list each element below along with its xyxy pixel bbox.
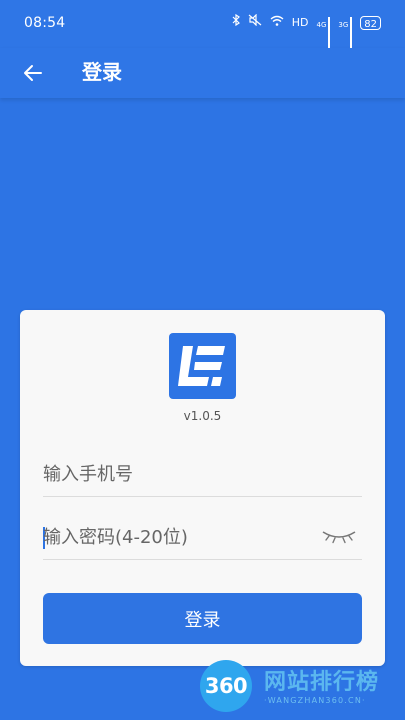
battery-icon: 82 (360, 15, 381, 30)
signal-icon: 4G (316, 16, 331, 48)
wifi-icon (270, 15, 284, 31)
password-field (43, 515, 362, 560)
sim1-label: 4G (316, 20, 327, 29)
watermark-logo-text: 360 (204, 674, 248, 698)
network-type: HD (291, 15, 309, 29)
watermark-title: 网站排行榜 (264, 670, 380, 695)
watermark-logo: 360 (200, 660, 252, 712)
status-icons: HD 4G 3G 82 (232, 13, 381, 48)
watermark-subtitle: ·WANGZHAN360.CN· (264, 696, 366, 705)
back-button[interactable] (16, 56, 50, 90)
closed-eye-icon (322, 531, 356, 544)
status-time: 08:54 (24, 15, 66, 31)
app-bar: 登录 (0, 48, 405, 98)
phone-field (43, 452, 362, 497)
login-card: v1.0.5 登录 (20, 310, 385, 666)
bluetooth-icon (232, 13, 240, 31)
app-version: v1.0.5 (183, 409, 222, 423)
sim2-label: 3G (338, 20, 349, 29)
watermark: 360 网站排行榜 ·WANGZHAN360.CN· (194, 652, 405, 720)
toggle-password-visibility-button[interactable] (320, 525, 358, 547)
app-logo (169, 333, 236, 399)
arrow-left-icon (24, 65, 42, 81)
login-button[interactable]: 登录 (43, 593, 362, 644)
phone-input[interactable] (43, 458, 313, 490)
status-bar: 08:54 HD 4G 3G 82 (0, 0, 405, 48)
page-title: 登录 (82, 60, 122, 84)
password-input[interactable] (43, 521, 313, 553)
mute-icon (248, 13, 262, 31)
logo-icon (178, 346, 225, 386)
signal-icon: 3G (338, 16, 353, 48)
